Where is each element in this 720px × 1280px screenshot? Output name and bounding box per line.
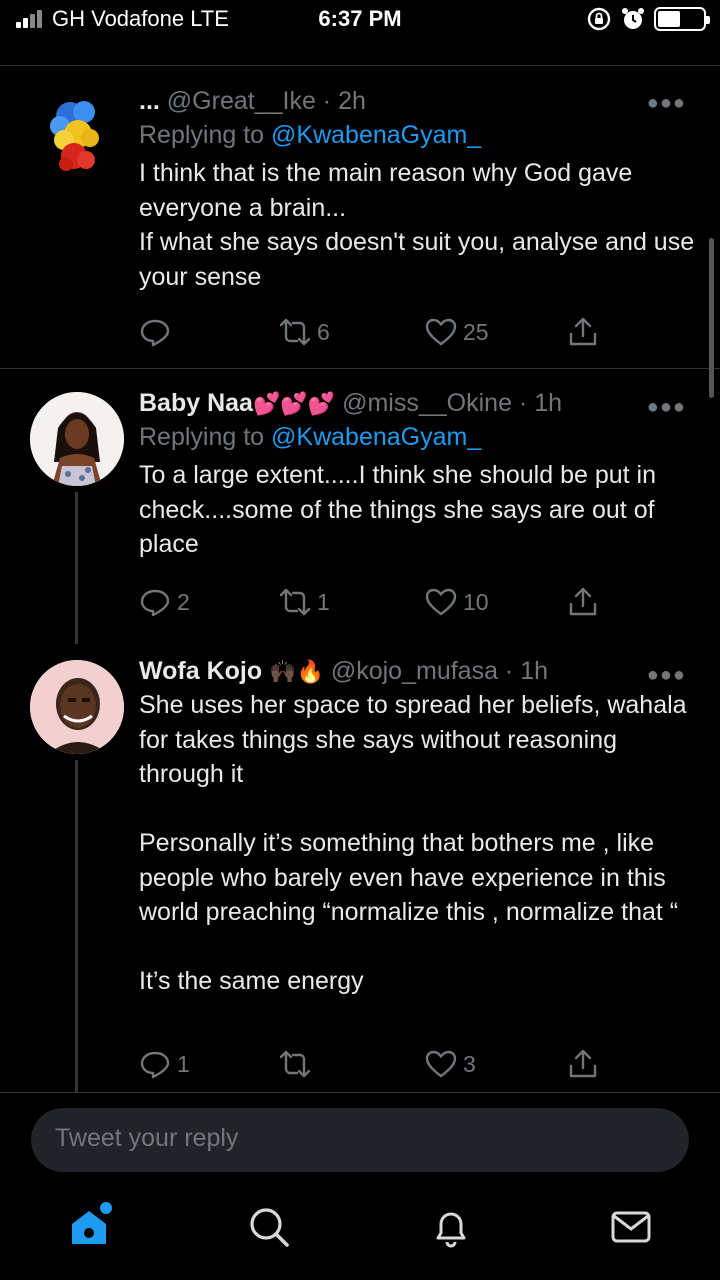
reply-icon <box>140 319 170 347</box>
thread-line <box>75 492 78 644</box>
share-button[interactable] <box>567 312 599 352</box>
reply-button[interactable] <box>139 312 177 352</box>
replying-to-label: Replying to <box>139 423 265 451</box>
scrollbar[interactable] <box>709 238 714 398</box>
tweet-header: ... @Great__Ike · 2h <box>139 87 366 115</box>
retweet-icon <box>279 588 311 616</box>
tab-messages[interactable] <box>608 1204 654 1250</box>
reply-button[interactable]: 1 <box>139 1044 190 1084</box>
like-button[interactable]: 3 <box>425 1044 476 1084</box>
tweet-text: I think that is the main reason why God … <box>139 159 695 291</box>
like-count: 10 <box>463 588 489 615</box>
avatar[interactable] <box>30 660 124 754</box>
share-icon <box>569 1049 597 1078</box>
heart-icon <box>425 318 457 346</box>
share-button[interactable] <box>567 582 599 622</box>
timestamp: 1h <box>534 389 562 417</box>
divider <box>0 65 720 66</box>
search-icon <box>250 1208 289 1247</box>
retweet-button[interactable]: 1 <box>279 582 330 622</box>
display-name-prefix: ... <box>139 87 160 115</box>
reply-input-placeholder[interactable]: Tweet your reply <box>55 1124 238 1153</box>
mention-link[interactable]: @KwabenaGyam_ <box>271 121 481 149</box>
alarm-icon <box>622 8 644 29</box>
timestamp: 1h <box>520 657 549 685</box>
avatar[interactable] <box>30 392 124 486</box>
like-count: 3 <box>463 1050 476 1077</box>
handle[interactable]: @kojo_mufasa <box>331 657 498 685</box>
share-button[interactable] <box>567 1044 599 1084</box>
tab-search[interactable] <box>246 1204 292 1250</box>
more-options-icon[interactable]: ●●● <box>647 396 686 419</box>
name-emoji: 🙌🏿🔥 <box>269 659 324 684</box>
tweet-actions: 2 1 10 <box>139 582 619 622</box>
reply-count: 2 <box>177 588 190 615</box>
heart-icon <box>425 1050 457 1078</box>
retweet-icon <box>279 1050 311 1078</box>
tab-notifications[interactable] <box>428 1204 474 1250</box>
mention-link[interactable]: @KwabenaGyam_ <box>271 423 481 451</box>
more-options-icon[interactable]: ●●● <box>647 92 686 115</box>
heart-icon <box>425 588 457 616</box>
display-name[interactable]: Wofa Kojo <box>139 657 262 685</box>
timestamp: 2h <box>338 87 366 115</box>
replying-to: Replying to @KwabenaGyam_ <box>139 420 699 454</box>
reply-icon <box>140 589 170 617</box>
status-icons <box>586 5 710 33</box>
tweet-header: Wofa Kojo 🙌🏿🔥 @kojo_mufasa · 1h <box>139 657 549 685</box>
avatar[interactable] <box>30 90 124 184</box>
tweet-text: To a large extent.....I think she should… <box>139 461 663 558</box>
reply-icon <box>140 1051 170 1079</box>
new-content-dot <box>100 1202 112 1214</box>
like-button[interactable]: 25 <box>425 312 489 352</box>
tweet-actions: 1 3 <box>139 1044 619 1084</box>
reply-composer[interactable]: Tweet your reply <box>31 1108 689 1172</box>
replying-to-label: Replying to <box>139 121 265 149</box>
orientation-lock-icon <box>587 7 611 31</box>
messages-icon <box>611 1211 651 1243</box>
divider <box>0 368 720 369</box>
share-icon <box>569 317 597 346</box>
battery-icon <box>654 7 710 31</box>
handle[interactable]: @miss__Okine <box>342 389 512 417</box>
tweet-text: She uses her space to spread her beliefs… <box>139 691 687 995</box>
retweet-icon <box>279 318 311 346</box>
reply-button[interactable]: 2 <box>139 582 190 622</box>
reply-count: 1 <box>177 1050 190 1077</box>
tab-bar <box>0 1190 720 1280</box>
tweet[interactable]: Baby Naa💕💕💕 @miss__Okine · 1h Replying t… <box>0 384 720 644</box>
notifications-icon <box>436 1212 466 1248</box>
tab-home[interactable] <box>66 1202 112 1250</box>
like-count: 25 <box>463 318 489 345</box>
handle[interactable]: @Great__Ike <box>167 87 316 115</box>
more-options-icon[interactable]: ●●● <box>647 664 686 687</box>
name-emoji: 💕💕💕 <box>252 391 336 416</box>
tweet[interactable]: Wofa Kojo 🙌🏿🔥 @kojo_mufasa · 1h She uses… <box>0 652 720 1092</box>
tweet-actions: 6 25 <box>139 312 619 352</box>
divider <box>0 1092 720 1093</box>
retweet-count: 1 <box>317 588 330 615</box>
share-icon <box>569 587 597 616</box>
thread-line <box>75 760 78 1092</box>
retweet-button[interactable] <box>279 1044 317 1084</box>
status-bar: GH Vodafone LTE 6:37 PM <box>0 0 720 40</box>
replying-to: Replying to @KwabenaGyam_ <box>139 118 699 152</box>
display-name[interactable]: Baby Naa <box>139 389 253 417</box>
tweet-header: Baby Naa💕💕💕 @miss__Okine · 1h <box>139 389 562 417</box>
like-button[interactable]: 10 <box>425 582 489 622</box>
tweet[interactable]: ... @Great__Ike · 2h Replying to @Kwaben… <box>0 80 720 370</box>
retweet-button[interactable]: 6 <box>279 312 330 352</box>
retweet-count: 6 <box>317 318 330 345</box>
